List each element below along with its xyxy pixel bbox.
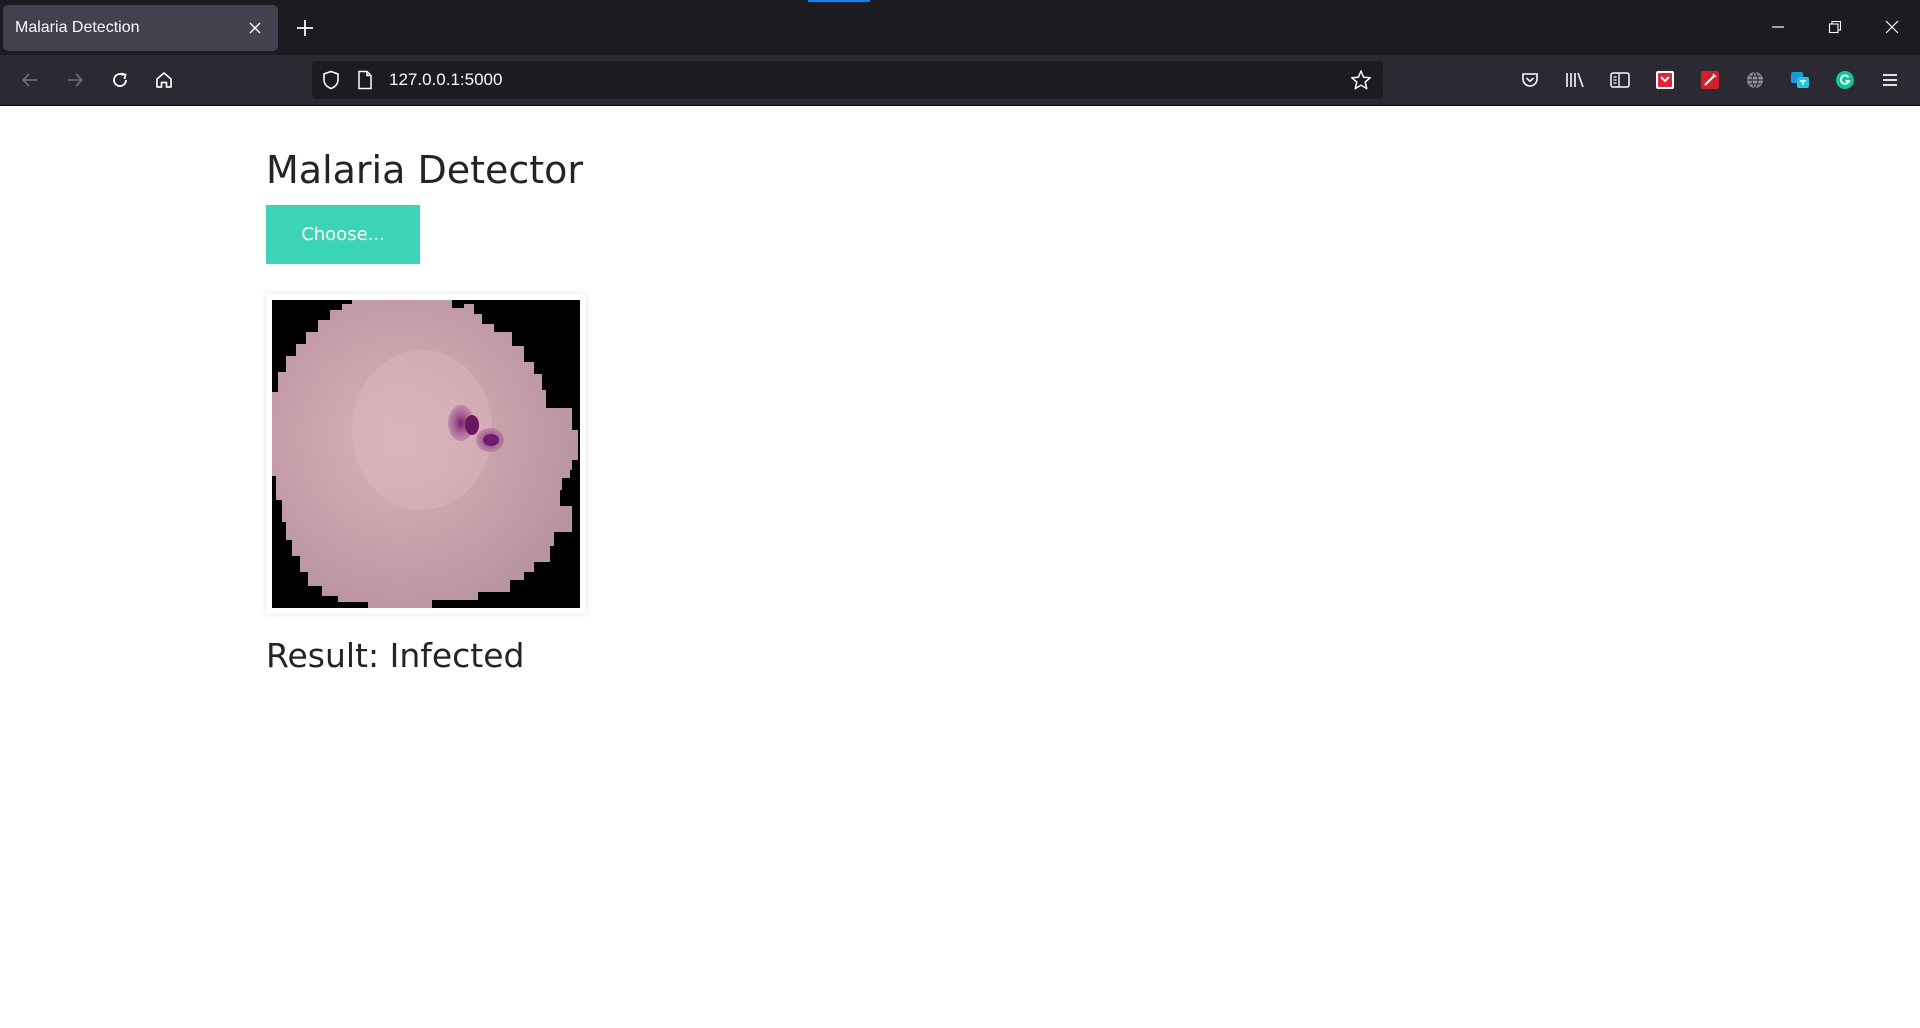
- extension-pocket-red-button[interactable]: [1650, 65, 1680, 95]
- result-label: Result:: [266, 636, 380, 675]
- tab-drop-indicator: [808, 0, 870, 2]
- restore-icon: [1828, 20, 1842, 34]
- bookmark-star-icon[interactable]: [1350, 69, 1372, 91]
- url-text[interactable]: 127.0.0.1:5000: [389, 61, 502, 99]
- navigation-toolbar: 127.0.0.1:5000: [0, 55, 1920, 106]
- close-window-button[interactable]: [1877, 12, 1907, 42]
- library-icon: [1566, 72, 1584, 88]
- translate-extension-icon: [1791, 72, 1809, 88]
- minimize-button[interactable]: [1763, 12, 1793, 42]
- page-content: Malaria Detector Choose... Result: Infec…: [0, 106, 1920, 1028]
- reload-icon: [113, 72, 127, 87]
- back-arrow-icon: [21, 73, 37, 87]
- shield-icon[interactable]: [320, 69, 342, 91]
- browser-window: Malaria Detection 127.0.0.1:5000 Malaria…: [0, 0, 1920, 1028]
- extension-globe-button[interactable]: [1740, 65, 1770, 95]
- grammarly-icon: [1836, 71, 1854, 89]
- red-shield-extension-icon: [1656, 71, 1674, 89]
- plus-icon: [297, 20, 313, 36]
- home-button[interactable]: [149, 65, 179, 95]
- forward-button[interactable]: [60, 65, 90, 95]
- result-text: Result: Infected: [266, 636, 525, 675]
- page-title: Malaria Detector: [266, 148, 584, 192]
- reload-button[interactable]: [105, 65, 135, 95]
- back-button[interactable]: [15, 65, 45, 95]
- page-info-icon[interactable]: [354, 69, 376, 91]
- address-bar[interactable]: 127.0.0.1:5000: [312, 61, 1383, 99]
- tab-strip: Malaria Detection: [0, 0, 1920, 55]
- extension-translate-button[interactable]: [1785, 65, 1815, 95]
- image-preview: [266, 294, 586, 614]
- close-tab-icon[interactable]: [244, 17, 266, 39]
- extension-pen-button[interactable]: [1695, 65, 1725, 95]
- home-icon: [156, 72, 172, 88]
- menu-button[interactable]: [1875, 65, 1905, 95]
- choose-file-button[interactable]: Choose...: [266, 205, 420, 264]
- forward-arrow-icon: [68, 73, 84, 87]
- grammarly-button[interactable]: [1830, 65, 1860, 95]
- minimize-icon: [1772, 26, 1784, 28]
- globe-icon: [1747, 71, 1763, 89]
- pocket-icon: [1522, 73, 1538, 87]
- active-tab[interactable]: Malaria Detection: [3, 5, 278, 51]
- restore-button[interactable]: [1820, 12, 1850, 42]
- blood-cell-image: [272, 300, 580, 608]
- pocket-button[interactable]: [1515, 65, 1545, 95]
- pen-extension-icon: [1701, 71, 1719, 89]
- tab-title: Malaria Detection: [15, 19, 140, 36]
- close-icon: [1885, 20, 1899, 34]
- new-tab-button[interactable]: [290, 14, 320, 42]
- sidebar-icon: [1610, 72, 1630, 88]
- reader-view-button[interactable]: [1605, 65, 1635, 95]
- library-button[interactable]: [1560, 65, 1590, 95]
- result-value: Infected: [389, 636, 525, 675]
- hamburger-menu-icon: [1883, 74, 1897, 86]
